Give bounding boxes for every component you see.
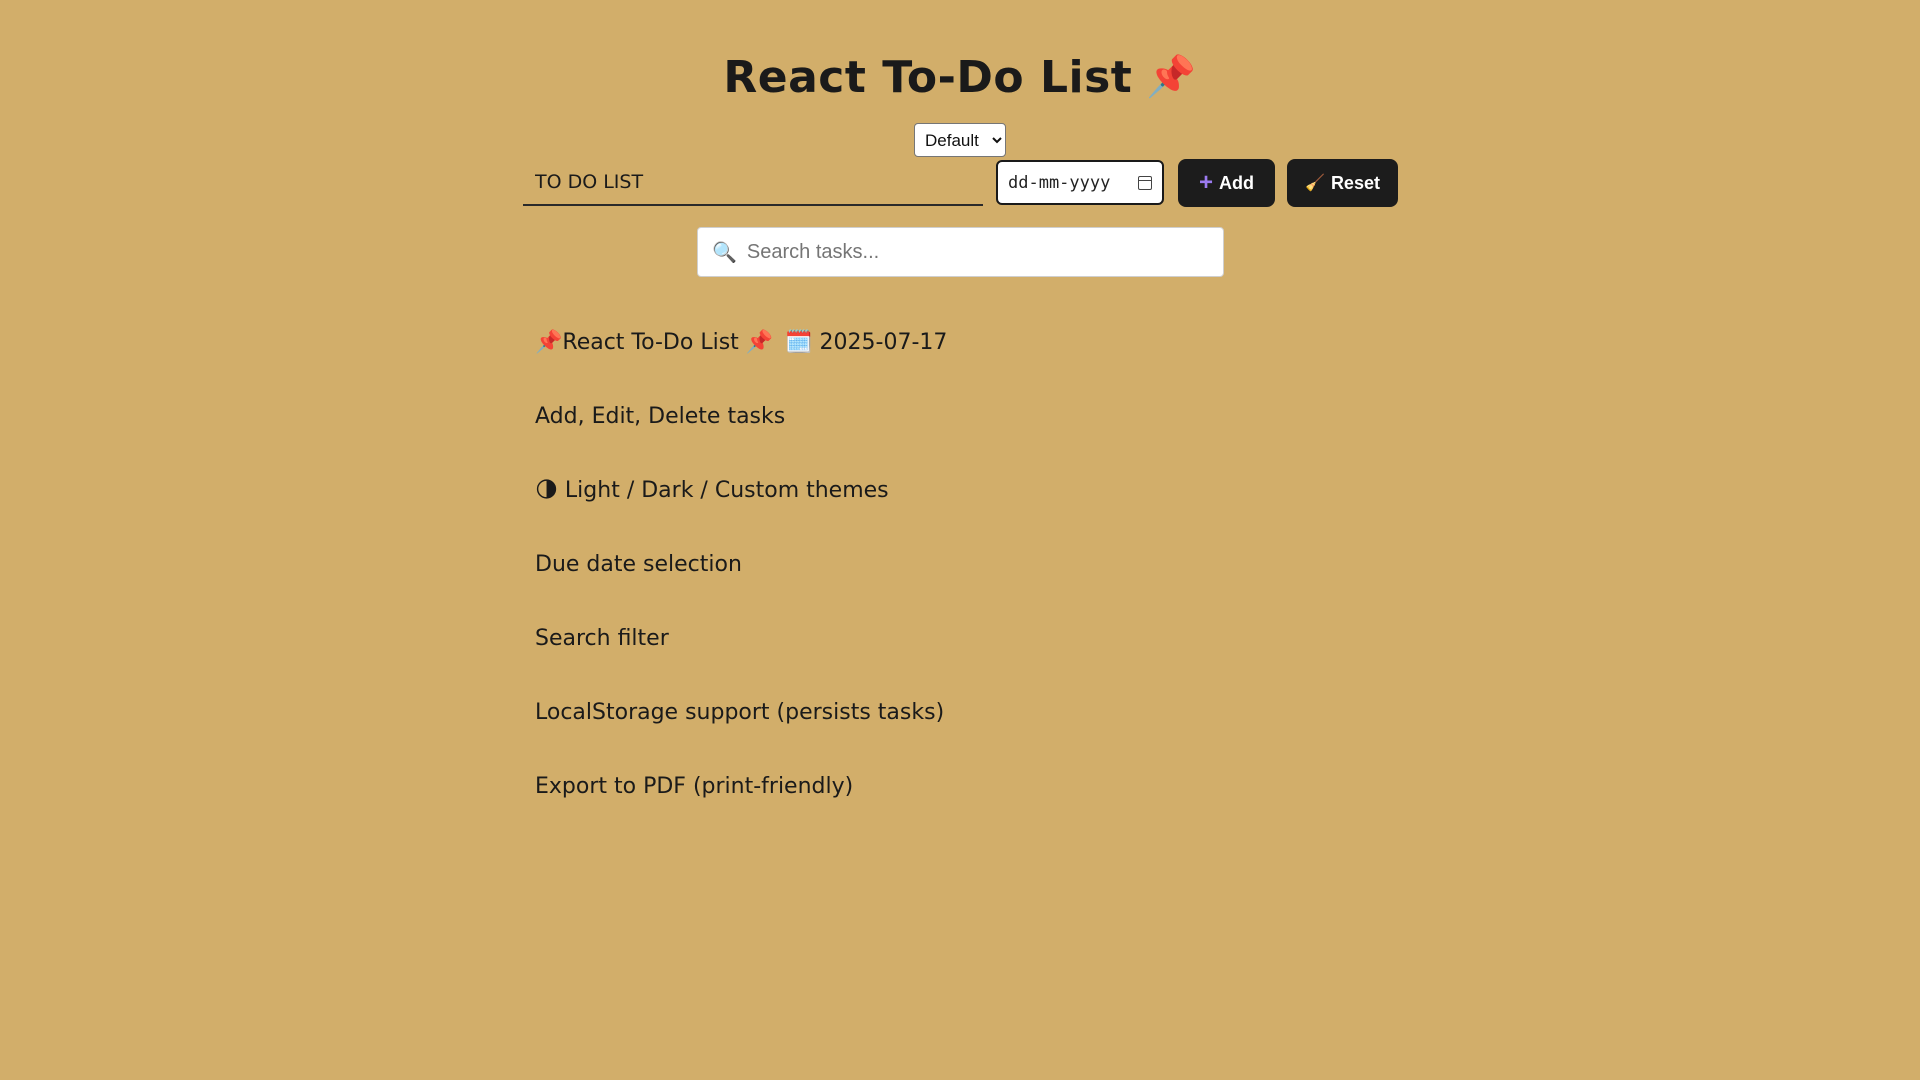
page-title: React To-Do List 📌 — [0, 52, 1920, 103]
task-text: Search filter — [535, 626, 669, 651]
broom-icon: 🧹 — [1305, 175, 1325, 192]
task-text: Export to PDF (print-friendly) — [535, 774, 854, 799]
task-item[interactable]: Due date selection — [535, 545, 947, 619]
plus-icon: + — [1198, 169, 1213, 196]
task-text: LocalStorage support (persists tasks) — [535, 700, 945, 725]
task-item[interactable]: 📌React To-Do List 📌 🗓️ 2025-07-17 — [535, 323, 947, 397]
add-button-label: Add — [1219, 172, 1254, 193]
todo-app: React To-Do List 📌 Default dd-mm-yyyy + A… — [0, 0, 1920, 1080]
task-item[interactable]: 🌗 Light / Dark / Custom themes — [535, 471, 947, 545]
pushpin-icon: 📌 — [1146, 54, 1197, 100]
task-item[interactable]: Search filter — [535, 619, 947, 693]
task-input[interactable] — [523, 160, 983, 206]
theme-select[interactable]: Default — [914, 123, 1006, 157]
search-icon: 🔍 — [712, 240, 737, 264]
task-due-date: 🗓️ 2025-07-17 — [785, 330, 948, 355]
task-item[interactable]: Add, Edit, Delete tasks — [535, 397, 947, 471]
task-list: 📌React To-Do List 📌 🗓️ 2025-07-17 Add, E… — [535, 323, 947, 841]
task-text: Add, Edit, Delete tasks — [535, 404, 786, 429]
search-input[interactable] — [744, 239, 1209, 265]
reset-button-label: Reset — [1330, 172, 1380, 193]
page-title-text: React To-Do List — [723, 52, 1133, 103]
task-text: Due date selection — [535, 552, 742, 577]
reset-button[interactable]: 🧹 Reset — [1287, 159, 1398, 207]
due-date-placeholder: dd-mm-yyyy — [1008, 172, 1111, 193]
task-text: 🌗 Light / Dark / Custom themes — [535, 478, 889, 503]
search-box[interactable]: 🔍 — [697, 227, 1224, 277]
add-button[interactable]: + Add — [1178, 159, 1275, 207]
task-text: 📌React To-Do List 📌 — [535, 330, 774, 355]
due-date-input[interactable]: dd-mm-yyyy — [996, 160, 1164, 205]
task-item[interactable]: Export to PDF (print-friendly) — [535, 767, 947, 841]
calendar-icon[interactable] — [1138, 175, 1152, 190]
task-item[interactable]: LocalStorage support (persists tasks) — [535, 693, 947, 767]
